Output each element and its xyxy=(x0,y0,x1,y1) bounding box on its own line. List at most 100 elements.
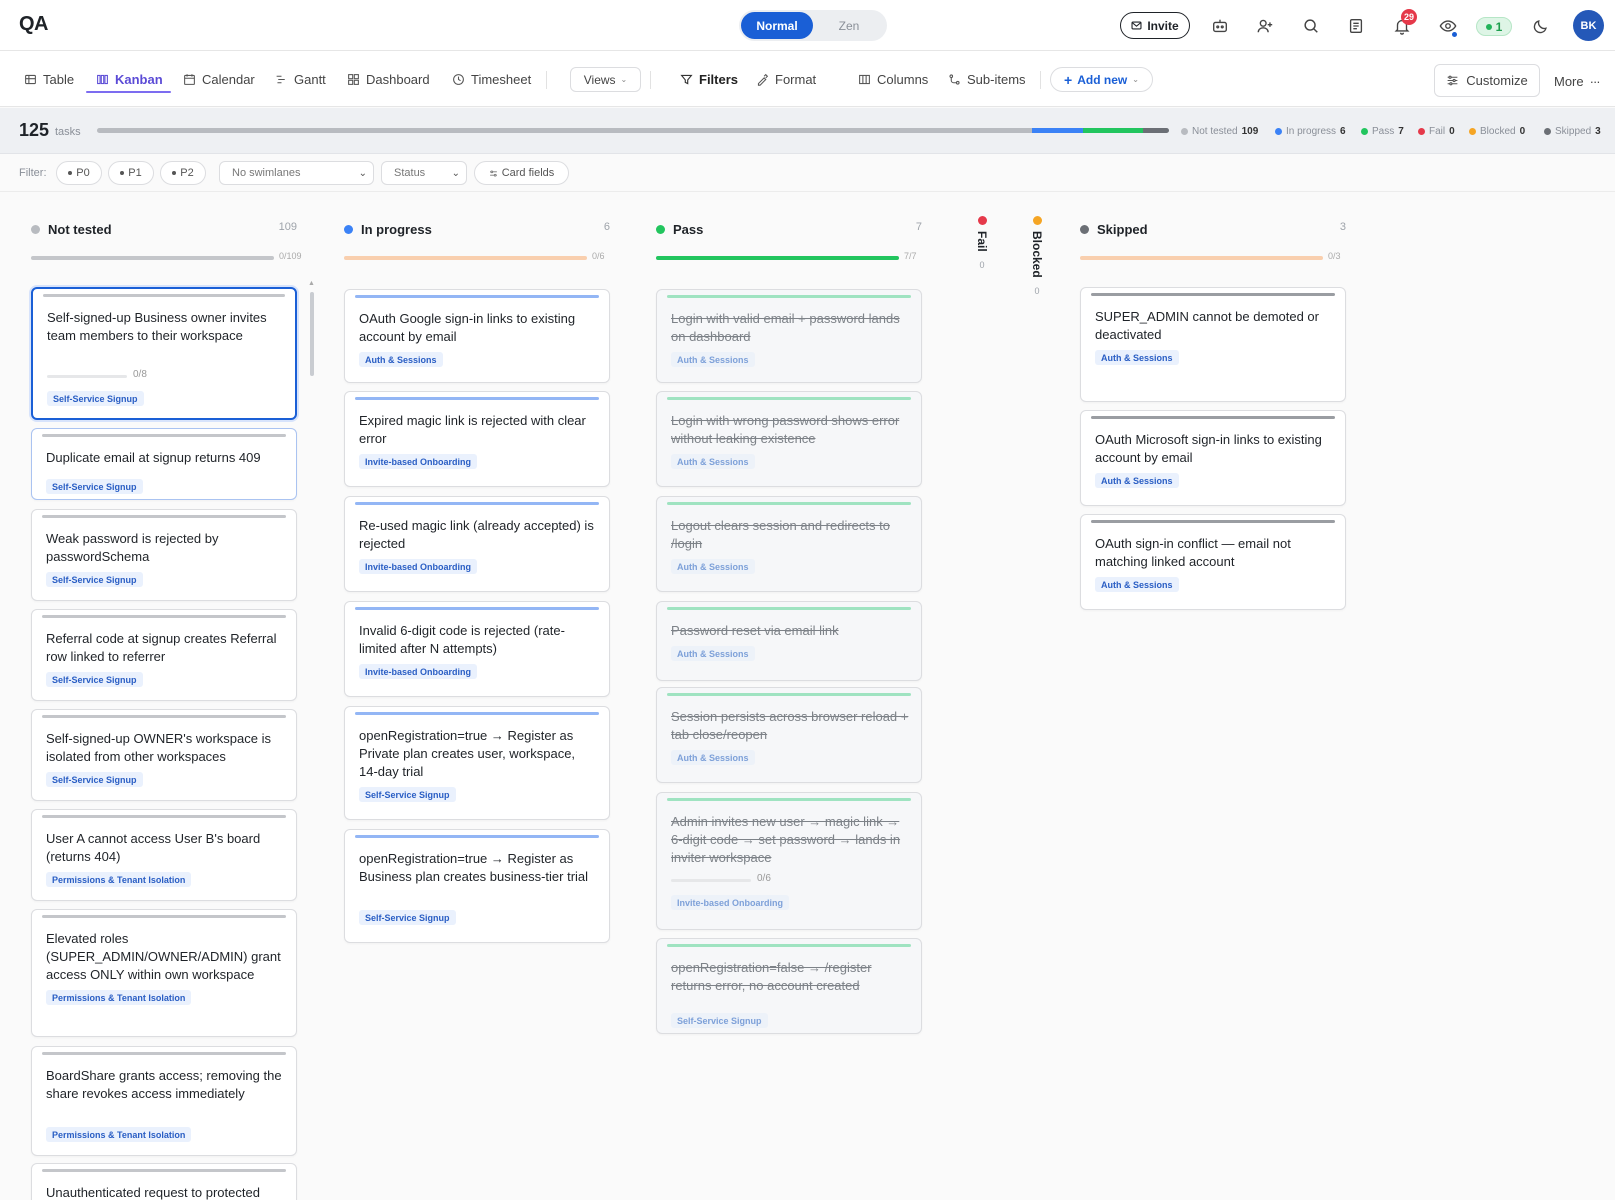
task-card[interactable]: Unauthenticated request to protected rou… xyxy=(31,1163,297,1200)
status-select[interactable]: Status ⌄ xyxy=(381,161,467,185)
chevron-down-icon: ⌄ xyxy=(358,167,367,179)
bot-icon[interactable] xyxy=(1209,15,1231,37)
card-title: Admin invites new user → magic link → 6-… xyxy=(671,814,901,865)
task-card[interactable]: OAuth sign-in conflict — email not match… xyxy=(1080,514,1346,610)
task-card[interactable]: Weak password is rejected by passwordSch… xyxy=(31,509,297,601)
task-card[interactable]: Elevated roles (SUPER_ADMIN/OWNER/ADMIN)… xyxy=(31,909,297,1037)
task-card[interactable]: Logout clears session and redirects to /… xyxy=(656,496,922,592)
task-card[interactable]: Admin invites new user → magic link → 6-… xyxy=(656,792,922,930)
search-icon[interactable] xyxy=(1300,15,1322,37)
filters-button[interactable]: Filters xyxy=(680,69,738,89)
card-status-line xyxy=(667,397,911,400)
sub-items-button[interactable]: Sub-items xyxy=(948,69,1026,89)
task-card[interactable]: Expired magic link is rejected with clea… xyxy=(344,391,610,487)
category-tag: Self-Service Signup xyxy=(359,787,456,802)
category-tag: Auth & Sessions xyxy=(1095,473,1179,488)
task-total-label: tasks xyxy=(55,126,81,138)
collapsed-column-blocked[interactable]: Blocked 0 xyxy=(1027,216,1047,296)
toolbar-divider xyxy=(1040,71,1041,89)
column-header[interactable]: In progress xyxy=(344,220,432,238)
card-title: Logout clears session and redirects to /… xyxy=(671,518,890,551)
task-card[interactable]: User A cannot access User B's board (ret… xyxy=(31,809,297,901)
priority-chip-p1[interactable]: P1 xyxy=(108,161,154,185)
tab-timesheet-label: Timesheet xyxy=(471,71,532,87)
tab-timesheet[interactable]: Timesheet xyxy=(452,69,531,89)
column-header[interactable]: Pass xyxy=(656,220,703,238)
toolbar-divider xyxy=(546,71,547,89)
tab-dashboard[interactable]: Dashboard xyxy=(347,69,430,89)
task-card[interactable]: openRegistration=false → /register retur… xyxy=(656,938,922,1034)
user-avatar[interactable]: BK xyxy=(1573,10,1604,41)
card-fields-button[interactable]: Card fields xyxy=(474,161,569,185)
column-progress-bar xyxy=(344,256,587,260)
collapsed-column-fail[interactable]: Fail 0 xyxy=(972,216,992,270)
card-status-line xyxy=(355,295,599,298)
mode-zen[interactable]: Zen xyxy=(813,12,885,39)
invite-button[interactable]: Invite xyxy=(1120,12,1190,39)
swimlanes-select[interactable]: No swimlanes ⌄ xyxy=(219,161,374,185)
task-card[interactable]: OAuth Google sign-in links to existing a… xyxy=(344,289,610,383)
task-card[interactable]: openRegistration=true → Register as Busi… xyxy=(344,829,610,943)
legend-item: Fail 0 xyxy=(1418,126,1455,137)
notification-bell-icon[interactable]: 29 xyxy=(1391,9,1417,37)
task-card[interactable]: Duplicate email at signup returns 409 Sel… xyxy=(31,428,297,500)
column-header[interactable]: Skipped xyxy=(1080,220,1148,238)
priority-chip-p0[interactable]: P0 xyxy=(56,161,102,185)
dashboard-icon xyxy=(348,73,359,85)
card-title: openRegistration=false → /register retur… xyxy=(671,960,872,993)
paint-icon xyxy=(757,73,769,86)
task-card[interactable]: Self-signed-up OWNER's workspace is isol… xyxy=(31,709,297,801)
tab-gantt[interactable]: Gantt xyxy=(275,69,326,89)
priority-chip-p2[interactable]: P2 xyxy=(160,161,206,185)
views-dropdown[interactable]: Views ⌄ xyxy=(570,67,641,92)
presence-indicator[interactable]: 1 xyxy=(1476,17,1512,36)
card-status-line xyxy=(355,607,599,610)
task-card[interactable]: openRegistration=true → Register as Priv… xyxy=(344,706,610,820)
task-card[interactable]: SUPER_ADMIN cannot be demoted or deactiv… xyxy=(1080,287,1346,402)
mode-normal[interactable]: Normal xyxy=(741,12,813,39)
card-status-line xyxy=(1091,416,1335,419)
tab-table[interactable]: Table xyxy=(24,69,74,89)
task-card[interactable]: Session persists across browser reload +… xyxy=(656,687,922,783)
task-card[interactable]: Re-used magic link (already accepted) is… xyxy=(344,496,610,592)
column-count: 109 xyxy=(278,221,297,233)
tab-dashboard-label: Dashboard xyxy=(366,71,430,87)
column-header[interactable]: Not tested xyxy=(31,220,112,238)
scroll-up-icon[interactable]: ▲ xyxy=(308,280,315,287)
category-tag: Invite-based Onboarding xyxy=(359,454,478,469)
format-button[interactable]: Format xyxy=(756,69,816,89)
task-card[interactable]: OAuth Microsoft sign-in links to existin… xyxy=(1080,410,1346,506)
card-title: Invalid 6-digit code is rejected (rate-l… xyxy=(359,623,565,656)
eye-icon[interactable] xyxy=(1437,15,1459,37)
customize-button[interactable]: Customize xyxy=(1434,64,1540,97)
card-title: Self-signed-up OWNER's workspace is isol… xyxy=(46,731,271,764)
task-card[interactable]: Referral code at signup creates Referral… xyxy=(31,609,297,701)
task-card[interactable]: Invalid 6-digit code is rejected (rate-l… xyxy=(344,601,610,697)
tab-calendar[interactable]: Calendar xyxy=(183,69,255,89)
filter-bar: Filter: P0 P1 P2 No swimlanes ⌄ Status ⌄ C… xyxy=(0,155,1615,192)
task-card[interactable]: Login with wrong password shows error wi… xyxy=(656,391,922,487)
notes-icon[interactable] xyxy=(1345,15,1367,37)
legend-item: Skipped 3 xyxy=(1544,126,1601,137)
card-status-line xyxy=(667,295,911,298)
progress-segment xyxy=(1143,128,1169,133)
card-status-line xyxy=(355,397,599,400)
mode-toggle[interactable]: Normal Zen xyxy=(739,10,887,41)
category-tag: Permissions & Tenant Isolation xyxy=(46,990,192,1005)
category-tag: Auth & Sessions xyxy=(1095,350,1179,365)
task-card[interactable]: Self-signed-up Business owner invites te… xyxy=(31,287,297,420)
legend-item: In progress 6 xyxy=(1275,126,1346,137)
task-card[interactable]: Login with valid email + password lands … xyxy=(656,289,922,383)
columns-button[interactable]: Columns xyxy=(858,69,928,89)
tab-kanban[interactable]: Kanban xyxy=(96,69,163,89)
dark-mode-icon[interactable] xyxy=(1530,15,1552,37)
more-button[interactable]: More ··· xyxy=(1554,71,1601,91)
legend-label: Pass xyxy=(1372,126,1395,137)
column-scrollbar[interactable] xyxy=(310,292,314,376)
card-status-line xyxy=(43,294,285,297)
task-card[interactable]: BoardShare grants access; removing the s… xyxy=(31,1046,297,1156)
add-new-button[interactable]: + Add new ⌄ xyxy=(1050,67,1153,92)
add-user-icon[interactable] xyxy=(1254,15,1276,37)
task-card[interactable]: Password reset via email link Auth & Sess… xyxy=(656,601,922,681)
table-icon xyxy=(25,74,36,84)
